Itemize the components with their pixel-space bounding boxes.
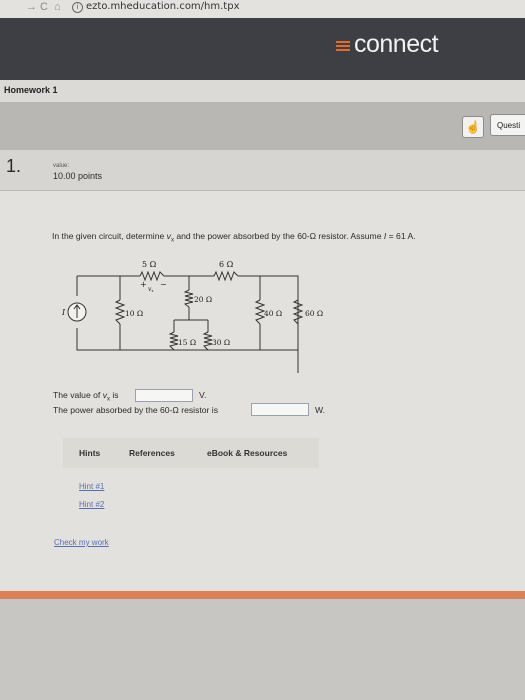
questions-button[interactable]: Questi bbox=[490, 114, 525, 136]
vx-minus: − bbox=[160, 280, 167, 289]
prompt-text: and the power absorbed by the 60-Ω resis… bbox=[173, 231, 384, 241]
question-toolbar bbox=[0, 102, 525, 150]
resistor-40ohm bbox=[254, 299, 266, 325]
resistor-label-5ohm: 5 Ω bbox=[142, 260, 157, 269]
prompt-text: In the given circuit, determine bbox=[52, 231, 167, 241]
brand-logo-text: connect bbox=[354, 30, 439, 58]
resistor-10ohm bbox=[114, 299, 126, 325]
question-number: 1. bbox=[6, 156, 22, 176]
info-icon[interactable]: i bbox=[72, 2, 83, 13]
tab-references[interactable]: References bbox=[129, 448, 175, 458]
footer bbox=[0, 599, 525, 700]
vx-label: vx bbox=[148, 286, 154, 293]
resistor-5ohm bbox=[139, 270, 165, 282]
power-answer-label: The power absorbed by the 60-Ω resistor … bbox=[53, 405, 219, 415]
vx-input[interactable] bbox=[135, 389, 193, 402]
home-icon[interactable]: ⌂ bbox=[54, 1, 61, 13]
power-unit: W. bbox=[315, 405, 326, 415]
assignment-title[interactable]: Homework 1 bbox=[4, 85, 58, 95]
resistor-label-10ohm: 10 Ω bbox=[125, 309, 143, 318]
wire bbox=[76, 328, 299, 373]
hint-link-2[interactable]: Hint #2 bbox=[79, 500, 104, 509]
resistor-label-15ohm: 15 Ω bbox=[178, 338, 196, 347]
source-label: I bbox=[62, 308, 66, 317]
circuit-diagram: I 5 Ω 6 Ω + − vx 10 Ω 20 Ω 15 Ω 30 Ω 40 … bbox=[62, 260, 323, 373]
reload-icon[interactable]: C bbox=[40, 1, 48, 13]
resistor-label-60ohm: 60 Ω bbox=[305, 309, 323, 318]
prompt-text: = 61 A. bbox=[386, 231, 416, 241]
hint-link-1[interactable]: Hint #1 bbox=[79, 482, 104, 491]
question-prompt: In the given circuit, determine vx and t… bbox=[52, 231, 416, 244]
tab-ebook-resources[interactable]: eBook & Resources bbox=[207, 448, 287, 458]
vx-unit: V. bbox=[199, 390, 207, 400]
answer-text: is bbox=[109, 390, 119, 400]
assignment-bar bbox=[0, 80, 525, 102]
hand-pointer-icon[interactable]: ☝ bbox=[462, 116, 484, 138]
resistor-15ohm bbox=[168, 331, 179, 351]
footer-stripe bbox=[0, 591, 525, 599]
vx-plus: + bbox=[140, 280, 147, 289]
resistor-label-6ohm: 6 Ω bbox=[219, 260, 234, 269]
resistor-6ohm bbox=[213, 270, 239, 282]
resistor-label-30ohm: 30 Ω bbox=[212, 338, 230, 347]
resistor-30ohm bbox=[202, 331, 213, 351]
back-arrow-icon[interactable]: → bbox=[26, 1, 37, 13]
resistor-label-40ohm: 40 Ω bbox=[264, 309, 282, 318]
value-caption: value: bbox=[53, 163, 70, 169]
answer-text: The value of bbox=[53, 390, 103, 400]
resistor-20ohm bbox=[183, 289, 194, 308]
url-field[interactable]: ezto.mheducation.com/hm.tpx bbox=[86, 1, 240, 12]
points-value: 10.00 points bbox=[53, 171, 103, 181]
resistor-label-20ohm: 20 Ω bbox=[194, 295, 212, 304]
check-my-work-link[interactable]: Check my work bbox=[54, 538, 109, 547]
app-header bbox=[0, 18, 525, 80]
power-input[interactable] bbox=[251, 403, 309, 416]
wire bbox=[238, 275, 299, 337]
tab-hints[interactable]: Hints bbox=[79, 448, 100, 458]
connect-logo-icon bbox=[336, 41, 350, 51]
vx-answer-line: The value of vx is bbox=[53, 390, 119, 403]
